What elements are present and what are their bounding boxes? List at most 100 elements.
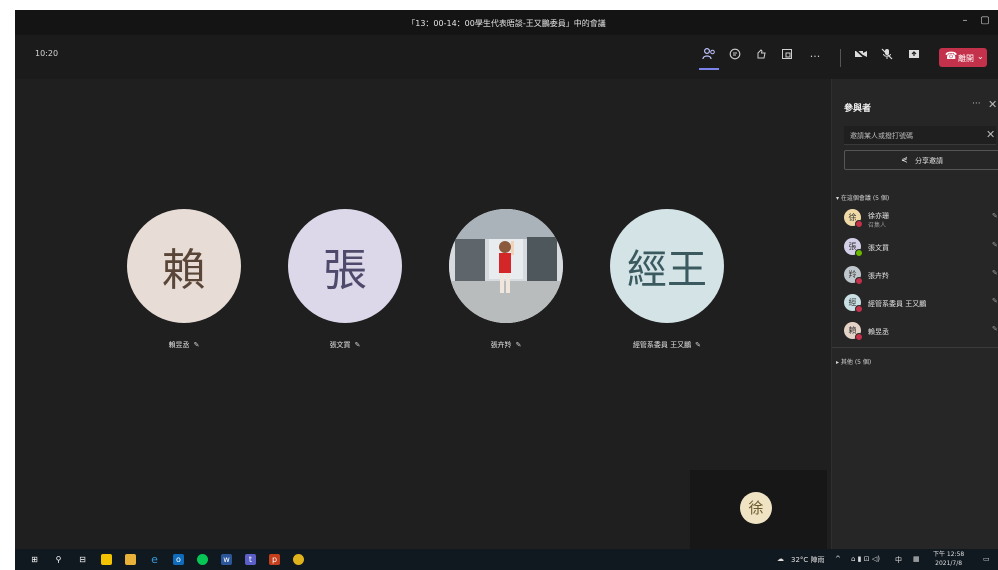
participant-role: 召集人 xyxy=(868,222,887,229)
chrome-icon[interactable] xyxy=(293,554,304,565)
leave-label: 離開 xyxy=(958,54,974,63)
reactions-icon[interactable] xyxy=(751,47,771,67)
mic-off-icon: ✎ xyxy=(992,269,998,277)
participant-name: 張文買 xyxy=(868,244,889,252)
tray-chevron-icon[interactable]: ^ xyxy=(835,555,841,563)
tile-name-label: 經管系委員 王又鵬 xyxy=(632,341,692,349)
mic-off-icon: ✎ xyxy=(515,341,522,349)
weather-icon[interactable]: ☁ xyxy=(777,555,784,563)
tray-icons[interactable]: ⌂ ▮ ⊡ ◁) xyxy=(851,555,880,563)
tile-name-label: 張卉羚 xyxy=(490,341,512,349)
section-divider xyxy=(832,347,998,348)
search-icon[interactable]: ⚲ xyxy=(53,554,64,565)
leave-button[interactable]: ☎ 離開 ⌄ xyxy=(939,48,987,67)
camera-off-icon[interactable] xyxy=(851,47,871,67)
status-dot xyxy=(855,277,863,285)
chevron-down-icon[interactable]: ⌄ xyxy=(977,52,984,61)
task-view-icon[interactable]: ⊟ xyxy=(77,554,88,565)
participant-tile[interactable]: 經王 經管系委員 王又鵬 ✎ xyxy=(587,209,747,350)
participant-row[interactable]: 經 經管系委員 王又鵬 ✎ xyxy=(844,294,998,316)
child-photo-image xyxy=(449,209,563,323)
participant-row[interactable]: 徐 徐亦珊 召集人 ✎ xyxy=(844,209,998,231)
self-preview[interactable]: 徐 xyxy=(690,470,827,549)
participant-name: 賴昱丞 xyxy=(868,328,889,336)
share-link-icon: ⋞ xyxy=(901,155,908,164)
status-dot xyxy=(855,249,863,257)
share-invite-label: 分享邀請 xyxy=(915,157,943,165)
rooms-icon[interactable] xyxy=(777,47,797,67)
meeting-toolbar: 10:20 ··· ☎ 離開 ⌄ xyxy=(15,35,998,79)
participants-active-indicator xyxy=(699,68,719,70)
avatar-initials: 經王 xyxy=(627,247,707,293)
mic-off-icon: ✎ xyxy=(354,341,361,349)
minimize-icon[interactable]: – xyxy=(957,15,973,29)
in-meeting-section-header[interactable]: ▾ 在這個會議 (5 個) xyxy=(836,193,889,202)
participant-row[interactable]: 張 張文買 ✎ xyxy=(844,238,998,260)
participant-tile[interactable]: 張卉羚 ✎ xyxy=(426,209,586,350)
edge-icon[interactable]: e xyxy=(149,554,160,565)
avatar-initials: 張 xyxy=(323,245,367,296)
mic-off-icon: ✎ xyxy=(992,212,998,220)
phone-hangup-icon: ☎ xyxy=(945,51,958,62)
tile-name-label: 張文買 xyxy=(329,341,351,349)
participants-panel: 參與者 ··· ✕ 邀請某人或撥打號碼 ✕ ⋞ 分享邀請 ▾ 在這個會議 (5 … xyxy=(831,79,998,549)
self-avatar: 徐 xyxy=(740,492,772,524)
close-icon[interactable]: ✕ xyxy=(988,98,997,111)
tile-name: 張卉羚 ✎ xyxy=(426,340,586,350)
avatar-initials: 賴 xyxy=(162,245,206,296)
mic-off-icon: ✎ xyxy=(193,341,200,349)
avatar-photo xyxy=(449,209,563,323)
share-invite-button[interactable]: ⋞ 分享邀請 xyxy=(844,150,998,170)
tile-name: 經管系委員 王又鵬 ✎ xyxy=(587,340,747,350)
panel-title: 參與者 xyxy=(844,104,872,114)
title-bar: 「13：00-14：00學生代表晤談-王又鵬委員」中的會議 – ▢ xyxy=(15,10,998,35)
tile-name: 賴昱丞 ✎ xyxy=(104,340,264,350)
more-icon[interactable]: ··· xyxy=(805,47,825,67)
keyboard-icon[interactable]: ▦ xyxy=(913,555,920,563)
tile-name: 張文買 ✎ xyxy=(265,340,425,350)
mic-off-icon: ✎ xyxy=(992,241,998,249)
windows-taskbar: ⊞ ⚲ ⊟ e o w t p ☁ 32°C 陣雨 ^ ⌂ ▮ ⊡ ◁) 中 ▦… xyxy=(15,549,998,570)
file-explorer-icon[interactable] xyxy=(125,554,136,565)
powerpoint-icon[interactable]: p xyxy=(269,554,280,565)
mic-off-icon: ✎ xyxy=(695,341,702,349)
meeting-clock: 10:20 xyxy=(35,49,59,58)
outlook-icon[interactable]: o xyxy=(173,554,184,565)
ime-indicator[interactable]: 中 xyxy=(895,555,902,565)
share-icon[interactable] xyxy=(904,47,924,67)
avatar: 張 xyxy=(288,209,402,323)
more-options-icon[interactable]: ··· xyxy=(972,99,981,109)
windows-start-icon[interactable]: ⊞ xyxy=(29,554,40,565)
line-icon[interactable] xyxy=(197,554,208,565)
mic-off-icon[interactable] xyxy=(877,47,897,67)
window-title: 「13：00-14：00學生代表晤談-王又鵬委員」中的會議 xyxy=(407,19,606,28)
chat-icon[interactable] xyxy=(725,47,745,67)
weather-text[interactable]: 32°C 陣雨 xyxy=(791,555,825,565)
others-section-header[interactable]: ▸ 其他 (5 個) xyxy=(836,357,871,366)
mic-off-icon: ✎ xyxy=(992,297,998,305)
clear-icon[interactable]: ✕ xyxy=(986,128,995,141)
invite-placeholder: 邀請某人或撥打號碼 xyxy=(850,132,913,140)
participant-tile[interactable]: 張 張文買 ✎ xyxy=(265,209,425,350)
participants-icon[interactable] xyxy=(699,47,719,67)
avatar: 經王 xyxy=(610,209,724,323)
taskbar-time: 下午 12:58 xyxy=(933,551,965,558)
status-dot xyxy=(855,220,863,228)
participant-name: 經管系委員 王又鵬 xyxy=(868,300,927,308)
word-icon[interactable]: w xyxy=(221,554,232,565)
status-dot xyxy=(855,333,863,341)
in-meeting-header-label: 在這個會議 (5 個) xyxy=(840,195,890,202)
taskbar-date: 2021/7/8 xyxy=(935,560,963,567)
teams-icon[interactable]: t xyxy=(245,554,256,565)
participant-row[interactable]: 賴 賴昱丞 ✎ xyxy=(844,322,998,344)
taskbar-clock[interactable]: 下午 12:58 2021/7/8 xyxy=(933,550,964,568)
restore-icon[interactable]: ▢ xyxy=(977,15,993,29)
sticky-notes-icon[interactable] xyxy=(101,554,112,565)
avatar: 賴 xyxy=(127,209,241,323)
participant-name: 張卉羚 xyxy=(868,272,889,280)
invite-input[interactable]: 邀請某人或撥打號碼 ✕ xyxy=(844,126,996,145)
participant-row[interactable]: 羚 張卉羚 ✎ xyxy=(844,266,998,288)
participant-tile[interactable]: 賴 賴昱丞 ✎ xyxy=(104,209,264,350)
toolbar-divider xyxy=(840,49,841,67)
notification-icon[interactable]: ▭ xyxy=(983,555,990,563)
